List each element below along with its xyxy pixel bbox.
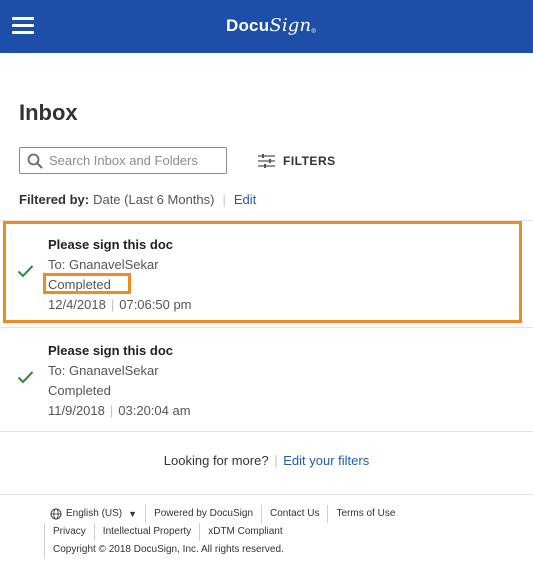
intellectual-property-link[interactable]: Intellectual Property bbox=[93, 523, 199, 541]
check-icon bbox=[17, 265, 34, 278]
search-icon bbox=[27, 153, 43, 169]
divider bbox=[0, 431, 533, 432]
hamburger-icon[interactable] bbox=[12, 17, 34, 35]
footer: English (US) ▼ Powered by DocuSign Conta… bbox=[44, 505, 403, 559]
filtered-by-value: Date (Last 6 Months) bbox=[93, 192, 215, 207]
terms-of-use-link[interactable]: Terms of Use bbox=[327, 505, 403, 523]
divider bbox=[0, 494, 533, 495]
copyright: Copyright © 2018 DocuSign, Inc. All righ… bbox=[44, 541, 284, 559]
looking-for-more-text: Looking for more? bbox=[163, 453, 269, 468]
filters-label: FILTERS bbox=[283, 154, 336, 168]
caret-down-icon: ▼ bbox=[128, 509, 138, 519]
sliders-icon bbox=[258, 154, 275, 168]
envelope-time: 03:20:04 am bbox=[118, 403, 191, 418]
envelope-status: Completed bbox=[48, 383, 111, 398]
separator: | bbox=[109, 403, 114, 418]
separator: | bbox=[222, 192, 226, 207]
envelope-recipient: To: GnanavelSekar bbox=[48, 257, 159, 272]
looking-for-more: Looking for more? | Edit your filters bbox=[0, 453, 533, 468]
edit-filters-link[interactable]: Edit bbox=[234, 192, 256, 207]
envelope-subject: Please sign this doc bbox=[48, 237, 173, 252]
search-box[interactable] bbox=[19, 147, 227, 174]
envelope-status: Completed bbox=[48, 277, 111, 292]
privacy-link[interactable]: Privacy bbox=[44, 523, 94, 541]
envelope-row[interactable]: Please sign this doc To: GnanavelSekar C… bbox=[0, 222, 533, 328]
envelope-recipient: To: GnanavelSekar bbox=[48, 363, 159, 378]
page-title: Inbox bbox=[19, 100, 78, 125]
powered-by-link[interactable]: Powered by DocuSign bbox=[145, 505, 261, 523]
envelope-row[interactable]: Please sign this doc To: GnanavelSekar C… bbox=[0, 328, 533, 434]
separator: | bbox=[274, 453, 278, 468]
envelope-subject: Please sign this doc bbox=[48, 343, 173, 358]
separator: | bbox=[110, 297, 115, 312]
edit-your-filters-link[interactable]: Edit your filters bbox=[283, 453, 369, 468]
envelope-time: 07:06:50 pm bbox=[119, 297, 192, 312]
top-bar: DocuSign® bbox=[0, 0, 533, 53]
globe-icon bbox=[50, 508, 62, 520]
filters-button[interactable]: FILTERS bbox=[258, 152, 336, 170]
language-selector[interactable]: English (US) ▼ bbox=[44, 505, 145, 523]
filtered-by-label: Filtered by: bbox=[19, 192, 90, 207]
docusign-logo[interactable]: DocuSign® bbox=[226, 15, 316, 36]
check-icon bbox=[17, 371, 34, 384]
envelope-datetime: 12/4/2018 | 07:06:50 pm bbox=[48, 297, 192, 312]
language-label: English (US) bbox=[66, 508, 123, 519]
envelope-date: 12/4/2018 bbox=[48, 297, 106, 312]
filter-summary: Filtered by: Date (Last 6 Months) | Edit bbox=[19, 192, 256, 207]
search-input[interactable] bbox=[49, 151, 221, 170]
envelope-date: 11/9/2018 bbox=[48, 403, 105, 418]
divider bbox=[0, 220, 533, 221]
envelope-datetime: 11/9/2018 | 03:20:04 am bbox=[48, 403, 191, 418]
xdtm-compliant-link[interactable]: xDTM Compliant bbox=[199, 523, 290, 541]
contact-us-link[interactable]: Contact Us bbox=[261, 505, 327, 523]
